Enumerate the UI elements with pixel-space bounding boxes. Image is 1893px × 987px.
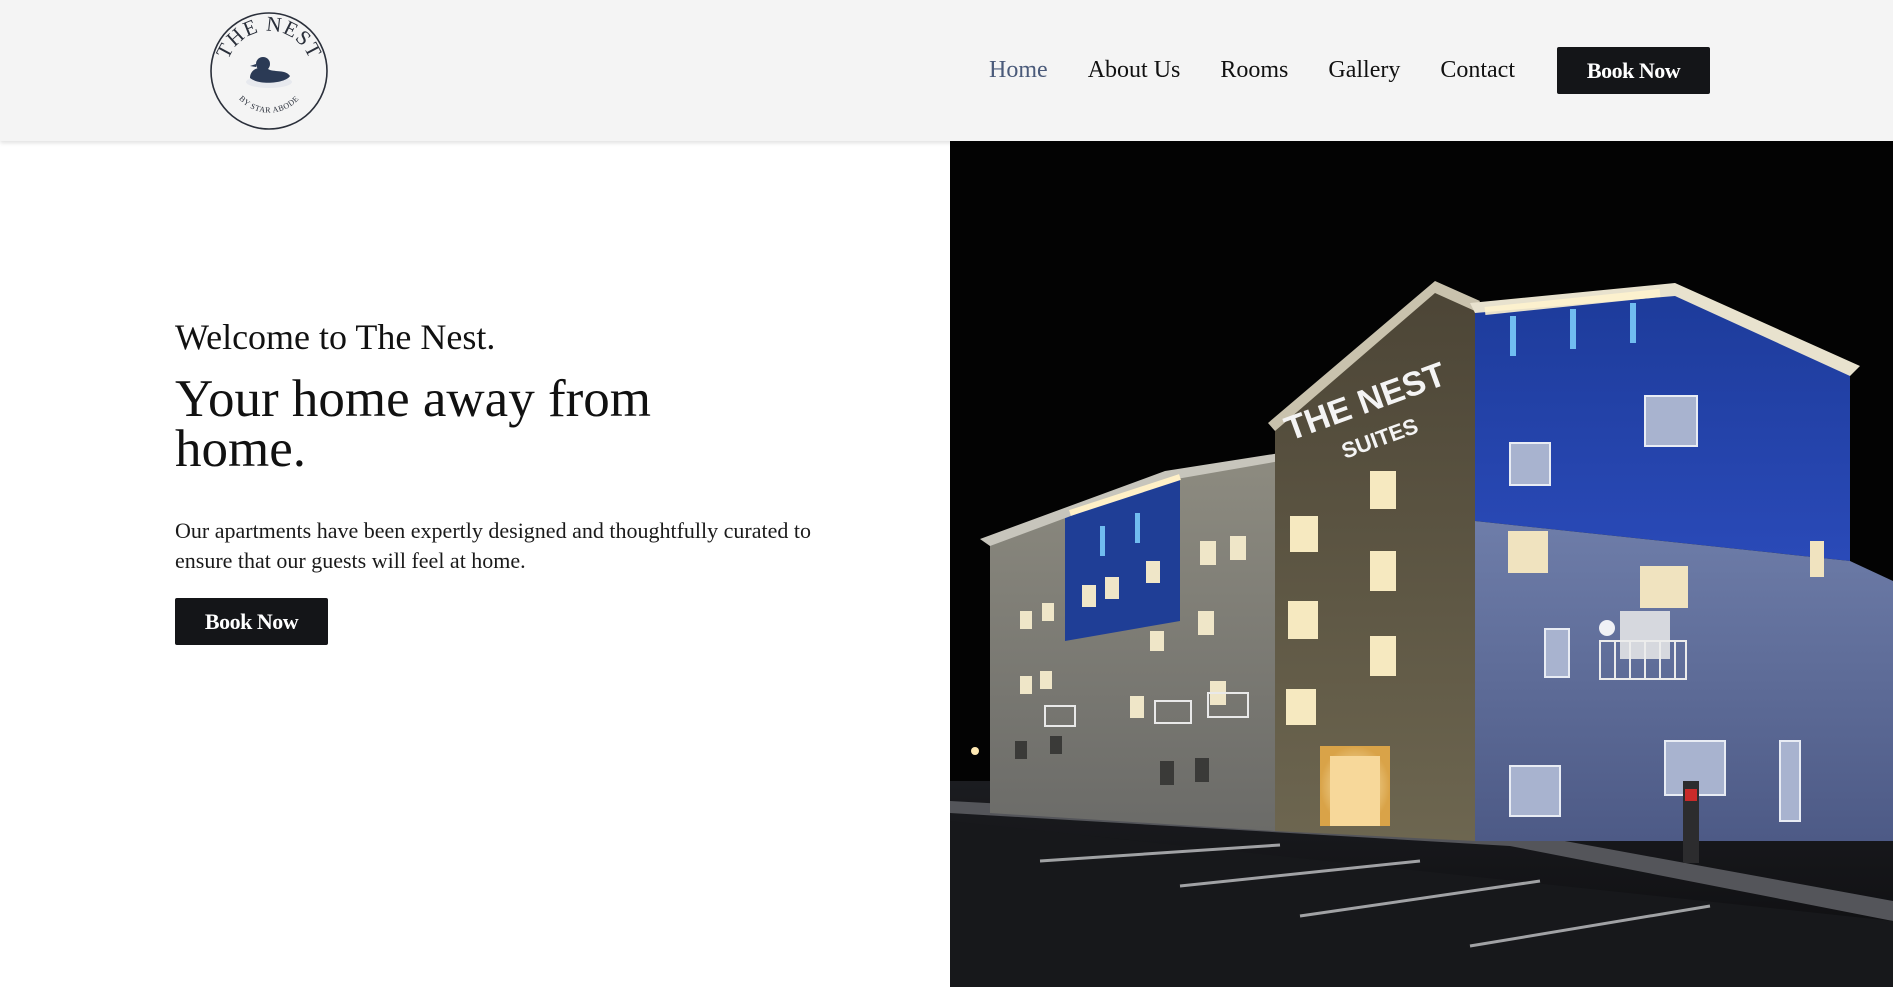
nav-gallery[interactable]: Gallery	[1328, 57, 1400, 84]
site-logo[interactable]: THE NEST BY STAR ABODE	[208, 10, 330, 132]
hero-headline: Your home away from home.	[175, 370, 651, 478]
main-nav: Home About Us Rooms Gallery Contact Book…	[989, 0, 1893, 141]
svg-text:BY STAR ABODE: BY STAR ABODE	[237, 94, 300, 115]
header-book-now-button[interactable]: Book Now	[1557, 47, 1710, 94]
welcome-text: Welcome to The Nest.	[175, 317, 496, 357]
hero-book-now-button[interactable]: Book Now	[175, 598, 328, 645]
nav-about-us[interactable]: About Us	[1088, 57, 1181, 84]
building-night-photo: THE NEST SUITES	[950, 141, 1893, 987]
hero-description: Our apartments have been expertly design…	[175, 518, 811, 573]
hero-text-panel: Welcome to The Nest. Your home away from…	[0, 141, 950, 987]
svg-text:THE NEST: THE NEST	[211, 11, 327, 62]
site-header: THE NEST BY STAR ABODE Home About Us Roo…	[0, 0, 1893, 141]
nav-home[interactable]: Home	[989, 57, 1048, 84]
nav-contact[interactable]: Contact	[1440, 57, 1515, 84]
hero-photo: THE NEST SUITES	[950, 141, 1893, 987]
duck-logo-icon: THE NEST BY STAR ABODE	[210, 11, 328, 130]
nav-rooms[interactable]: Rooms	[1220, 57, 1288, 84]
